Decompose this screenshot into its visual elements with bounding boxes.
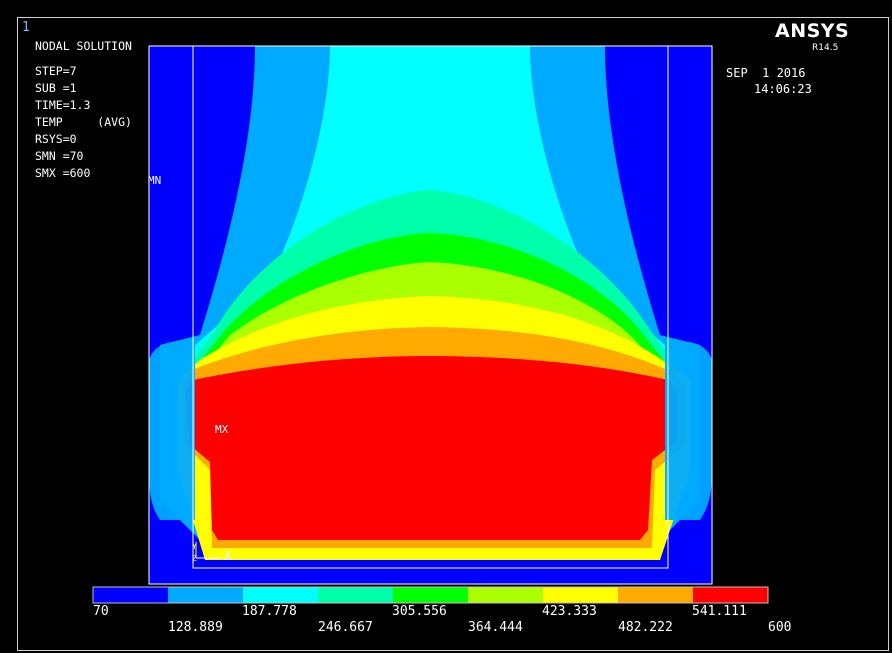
legend-label-6: 423.333: [542, 604, 597, 619]
legend-swatch-4: [393, 587, 469, 603]
legend-label-5: 364.444: [468, 620, 523, 635]
legend-label-3: 246.667: [318, 620, 373, 635]
legend-swatch-8: [693, 587, 769, 603]
legend-color-bar: [92, 586, 769, 604]
info-time: TIME=1.3: [35, 98, 91, 112]
legend-label-2: 187.778: [242, 604, 297, 619]
info-smn: SMN =70: [35, 149, 84, 163]
legend-label-0: 70: [93, 604, 109, 619]
info-smx: SMX =600: [35, 166, 91, 180]
legend-swatch-1: [168, 587, 244, 603]
legend-swatch-0: [93, 587, 169, 603]
temperature-contour-plot[interactable]: [0, 0, 892, 653]
side-lobe-right: [665, 341, 712, 520]
legend-label-1: 128.889: [168, 620, 223, 635]
triad-z-label: Z: [192, 554, 197, 563]
time-label: 14:06:23: [754, 82, 812, 96]
min-marker: MN: [148, 174, 162, 187]
side-lobe-left: [149, 341, 195, 520]
date-label: SEP 1 2016: [726, 66, 806, 80]
legend-label-4: 305.556: [392, 604, 447, 619]
legend-swatch-5: [468, 587, 544, 603]
plot-title: NODAL SOLUTION: [35, 39, 132, 53]
legend-swatch-6: [543, 587, 619, 603]
legend-label-8: 541.111: [692, 604, 747, 619]
triad-x-label: X: [224, 549, 232, 563]
info-temp: TEMP (AVG): [35, 115, 132, 129]
contour-band-541: [185, 356, 678, 540]
max-marker: MX: [215, 423, 229, 436]
info-rsys: RSYS=0: [35, 132, 77, 146]
info-step: STEP=7: [35, 64, 77, 78]
legend-swatch-3: [318, 587, 394, 603]
legend-label-7: 482.222: [618, 620, 673, 635]
ansys-version: R14.5: [812, 43, 839, 53]
legend-swatch-2: [243, 587, 319, 603]
info-sub: SUB =1: [35, 81, 77, 95]
legend-label-9: 600: [768, 620, 792, 635]
window-number: 1: [22, 20, 30, 35]
ansys-graphics-window[interactable]: 1 NODAL SOLUTION STEP=7 SUB =1 TIME=1.3 …: [0, 0, 892, 653]
ansys-logo: ANSYS: [775, 20, 850, 42]
legend-swatch-7: [618, 587, 694, 603]
